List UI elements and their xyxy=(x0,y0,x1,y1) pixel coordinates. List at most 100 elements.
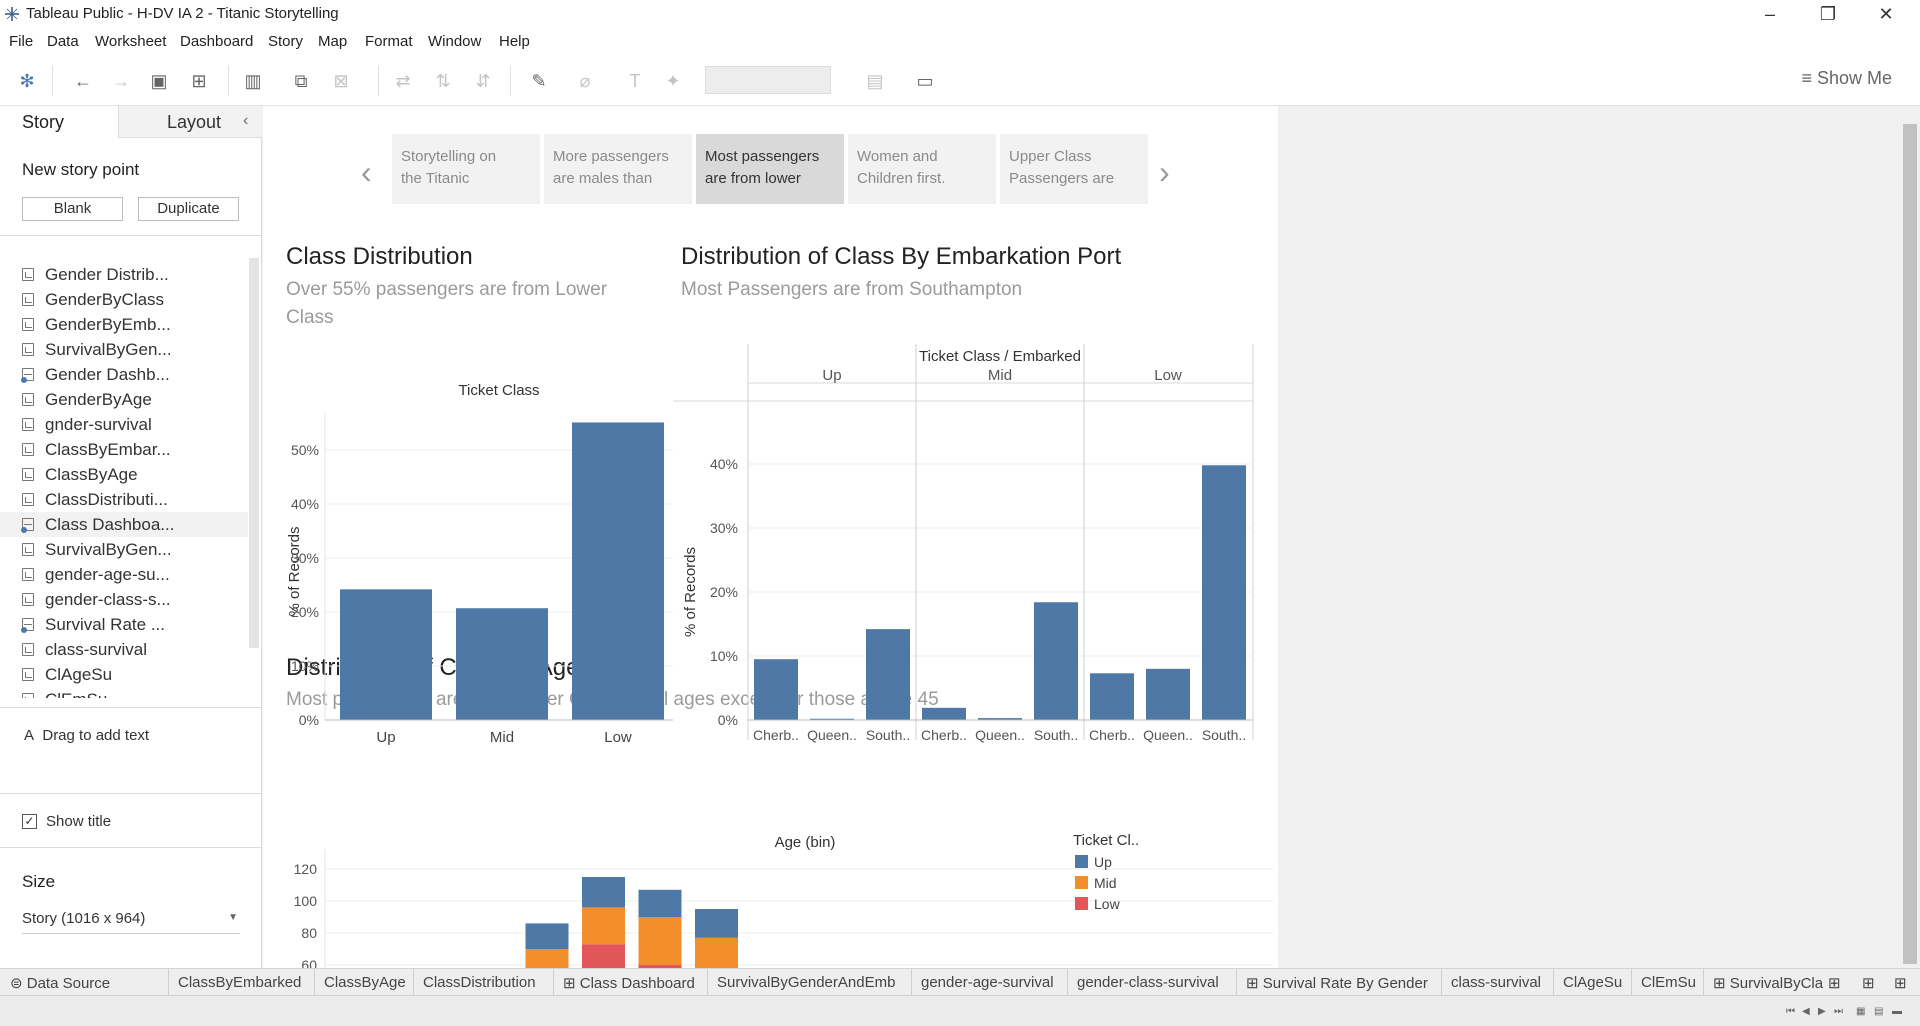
sheet-tab[interactable]: ⊞ SurvivalByCla xyxy=(1713,974,1823,992)
show-me-button[interactable]: ≡ Show Me xyxy=(1801,68,1892,89)
checkmark-icon[interactable]: ✓ xyxy=(22,814,37,829)
fit-dropdown[interactable] xyxy=(705,66,831,94)
sheet-list-item[interactable]: Class Dashboa... xyxy=(0,512,248,537)
minimize-button[interactable]: – xyxy=(1750,2,1790,26)
label-icon[interactable]: T xyxy=(624,70,646,92)
sheet-list-item[interactable]: gender-class-s... xyxy=(0,587,248,612)
tabs-icon[interactable]: ▬ xyxy=(1892,1006,1902,1017)
sort-ascending-icon[interactable]: ⇅ xyxy=(432,70,454,92)
show-title-checkbox[interactable]: ✓ Show title xyxy=(22,813,111,830)
sheet-tab[interactable]: ClAgeSu xyxy=(1563,974,1622,991)
sheet-list-scrollbar[interactable] xyxy=(249,258,259,648)
tab-story[interactable]: Story xyxy=(0,106,118,138)
menu-file[interactable]: File xyxy=(9,33,33,50)
duplicate-button[interactable]: Duplicate xyxy=(138,197,239,221)
bar-mid xyxy=(456,608,548,720)
sheet-list-item[interactable]: ClassByEmbar... xyxy=(0,437,248,462)
y-tick-label: 10% xyxy=(710,648,738,664)
sheet-tab[interactable]: ClassDistribution xyxy=(423,974,536,991)
y-tick-label: 100 xyxy=(294,893,318,909)
sheet-tab[interactable]: gender-age-survival xyxy=(921,974,1054,991)
sheet-list-item[interactable]: GenderByEmb... xyxy=(0,312,248,337)
menu-dashboard[interactable]: Dashboard xyxy=(180,33,253,50)
collapse-pane-icon[interactable]: ‹ xyxy=(243,112,248,130)
new-worksheet-icon[interactable]: ▥ xyxy=(242,70,264,92)
sheet-tab[interactable]: ClassByEmbarked xyxy=(178,974,301,991)
menu-story[interactable]: Story xyxy=(268,33,303,50)
sheet-tab[interactable]: SurvivalByGenderAndEmb xyxy=(717,974,895,991)
tableau-home-icon[interactable]: ✻ xyxy=(16,70,38,92)
bar-low-2 xyxy=(1202,465,1246,720)
sheet-tab[interactable]: ClEmSu xyxy=(1641,974,1696,991)
blank-button[interactable]: Blank xyxy=(22,197,123,221)
story-point-4[interactable]: Women and Children first. xyxy=(848,134,996,204)
tab-divider xyxy=(1441,969,1442,995)
story-point-5[interactable]: Upper Class Passengers are xyxy=(1000,134,1148,204)
previous-story-point-icon[interactable]: ‹ xyxy=(361,154,372,191)
sheet-list-item[interactable]: gender-age-su... xyxy=(0,562,248,587)
worksheet-icon xyxy=(22,643,34,656)
prev-sheet-icon[interactable]: ◀ xyxy=(1802,1006,1810,1017)
sheet-list-item[interactable]: Gender Dashb... xyxy=(0,362,248,387)
new-dashboard-icon[interactable]: ⊞ xyxy=(1862,974,1875,992)
menu-help[interactable]: Help xyxy=(499,33,530,50)
menu-data[interactable]: Data xyxy=(47,33,79,50)
sheet-list-item[interactable]: SurvivalByGen... xyxy=(0,337,248,362)
swap-icon[interactable]: ⇄ xyxy=(392,70,414,92)
sheet-list-item[interactable]: ClEmSu xyxy=(0,687,248,698)
sheet-list-item[interactable]: GenderByClass xyxy=(0,287,248,312)
sheet-list-item[interactable]: class-survival xyxy=(0,637,248,662)
sheet-list-label: Class Dashboa... xyxy=(45,515,175,534)
new-worksheet-icon[interactable]: ⊞ xyxy=(1828,974,1841,992)
sheet-list-item[interactable]: SurvivalByGen... xyxy=(0,537,248,562)
cards-icon[interactable]: ▤ xyxy=(864,70,886,92)
first-sheet-icon[interactable]: ⏮ xyxy=(1786,1006,1795,1017)
sheet-list-item[interactable]: ClAgeSu xyxy=(0,662,248,687)
sheet-list-item[interactable]: gnder-survival xyxy=(0,412,248,437)
scrollbar-thumb[interactable] xyxy=(1903,124,1917,964)
highlight-icon[interactable]: ✎ xyxy=(528,70,550,92)
sheet-tab[interactable]: ⊞ Survival Rate By Gender xyxy=(1246,974,1428,992)
story-point-3[interactable]: Most passengers are from lower xyxy=(696,134,844,204)
menu-window[interactable]: Window xyxy=(428,33,481,50)
canvas-scrollbar[interactable] xyxy=(1900,106,1920,968)
close-button[interactable]: ✕ xyxy=(1866,2,1906,26)
sheet-tab[interactable]: ClassByAge xyxy=(324,974,406,991)
sheet-list-item[interactable]: ClassDistributi... xyxy=(0,487,248,512)
story-point-2[interactable]: More passengers are males than xyxy=(544,134,692,204)
tab-data-source[interactable]: ⊜ Data Source xyxy=(10,974,110,992)
sheet-tab[interactable]: gender-class-survival xyxy=(1077,974,1219,991)
story-size-select[interactable]: Story (1016 x 964) ▼ xyxy=(22,910,240,934)
sheet-list-item[interactable]: ClassByAge xyxy=(0,462,248,487)
sheet-list-item[interactable]: GenderByAge xyxy=(0,387,248,412)
duplicate-sheet-icon[interactable]: ⧉ xyxy=(290,70,312,92)
sheet-sorter-icon[interactable]: ▦ xyxy=(1856,1006,1865,1017)
presentation-mode-icon[interactable]: ▭ xyxy=(914,70,936,92)
redo-icon[interactable]: → xyxy=(110,70,132,92)
filmstrip-icon[interactable]: ▤ xyxy=(1874,1006,1883,1017)
menu-format[interactable]: Format xyxy=(365,33,413,50)
menu-map[interactable]: Map xyxy=(318,33,347,50)
story-point-1[interactable]: Storytelling on the Titanic xyxy=(392,134,540,204)
clear-sheet-icon[interactable]: ⊠ xyxy=(330,70,352,92)
bar-segment-up xyxy=(525,923,569,949)
menu-worksheet[interactable]: Worksheet xyxy=(95,33,166,50)
pin-icon[interactable]: ✦ xyxy=(662,70,684,92)
last-sheet-icon[interactable]: ⏭ xyxy=(1834,1006,1843,1017)
group-icon[interactable]: ⌀ xyxy=(574,70,596,92)
sheet-list-item[interactable]: Gender Distrib... xyxy=(0,262,248,287)
y-tick-label: 20% xyxy=(291,604,319,620)
sheet-list-item[interactable]: Survival Rate ... xyxy=(0,612,248,637)
undo-icon[interactable]: ← xyxy=(72,70,94,92)
sheet-tab[interactable]: class-survival xyxy=(1451,974,1541,991)
sort-descending-icon[interactable]: ⇵ xyxy=(472,70,494,92)
save-icon[interactable]: ▣ xyxy=(148,70,170,92)
tab-layout[interactable]: Layout xyxy=(118,106,262,138)
drag-text-item[interactable]: A Drag to add text xyxy=(24,727,149,744)
next-sheet-icon[interactable]: ▶ xyxy=(1818,1006,1826,1017)
sheet-tab[interactable]: ⊞ Class Dashboard xyxy=(563,974,695,992)
next-story-point-icon[interactable]: › xyxy=(1159,154,1170,191)
new-data-source-icon[interactable]: ⊞ xyxy=(188,70,210,92)
restore-button[interactable]: ❐ xyxy=(1808,2,1848,26)
new-story-icon[interactable]: ⊞ xyxy=(1894,974,1907,992)
